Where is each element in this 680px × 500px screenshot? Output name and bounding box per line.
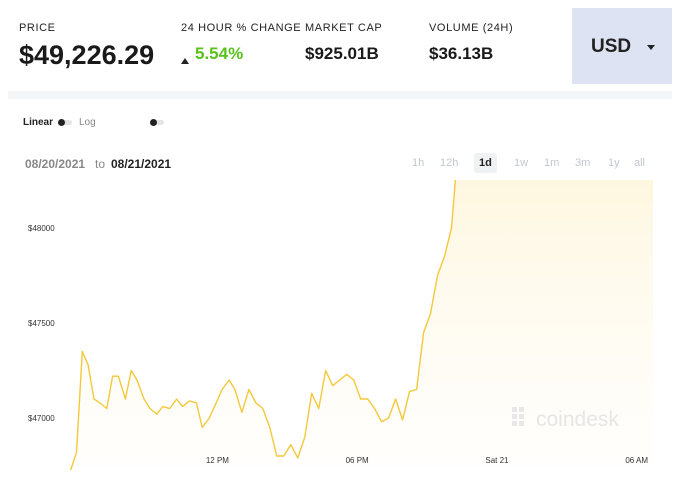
chevron-down-icon (647, 45, 655, 50)
y-axis: $47000$47500$48000$48500$49000 (28, 224, 55, 423)
linear-scale-toggle[interactable] (58, 119, 72, 126)
range-button-12h[interactable]: 12h (435, 153, 463, 173)
watermark-logo-icon-part (519, 414, 524, 419)
volume-label: VOLUME (24H) (429, 22, 514, 34)
price-chart[interactable]: $47000$47500$48000$48500$49000 12 PM06 P… (0, 180, 680, 470)
x-tick-label: Sat 21 (485, 456, 509, 465)
currency-selector[interactable]: USD (572, 8, 672, 84)
price-value: $49,226.29 (19, 40, 155, 70)
log-scale-toggle[interactable] (150, 119, 164, 126)
change-value: 5.54% (195, 44, 244, 63)
y-tick-label: $47000 (28, 414, 55, 423)
linear-scale-label[interactable]: Linear (23, 117, 53, 128)
date-to-word: to (95, 157, 106, 171)
watermark-logo-icon-part (512, 421, 517, 426)
range-button-1h[interactable]: 1h (407, 153, 429, 173)
log-scale-label[interactable]: Log (79, 117, 96, 128)
range-button-1w[interactable]: 1w (509, 153, 533, 173)
date-to: 08/21/2021 (111, 157, 172, 171)
price-label: PRICE (19, 22, 56, 34)
date-from: 08/20/2021 (25, 157, 86, 171)
watermark-text: coindesk (536, 408, 619, 431)
y-tick-label: $48000 (28, 224, 55, 233)
watermark-logo-icon-part (512, 414, 517, 419)
range-button-all[interactable]: all (629, 153, 650, 173)
range-button-1m[interactable]: 1m (539, 153, 564, 173)
market-cap-label: MARKET CAP (305, 22, 383, 34)
change-label: 24 HOUR % CHANGE (181, 22, 302, 34)
x-tick-label: 06 AM (625, 456, 648, 465)
range-button-3m[interactable]: 3m (570, 153, 595, 173)
y-tick-label: $47500 (28, 319, 55, 328)
up-arrow-icon (181, 58, 189, 64)
range-button-1d[interactable]: 1d (474, 153, 497, 173)
header-divider (8, 91, 672, 99)
watermark-logo-icon-part (519, 421, 524, 426)
x-tick-label: 06 PM (346, 456, 369, 465)
volume-value: $36.13B (429, 44, 494, 63)
range-button-1y[interactable]: 1y (603, 153, 625, 173)
watermark-logo-icon-part (519, 407, 524, 412)
stats-header: PRICE $49,226.29 24 HOUR % CHANGE 5.54% … (8, 8, 672, 92)
x-tick-label: 12 PM (206, 456, 229, 465)
currency-label: USD (591, 36, 632, 57)
watermark-logo-icon (512, 407, 517, 412)
market-cap-value: $925.01B (305, 44, 379, 63)
